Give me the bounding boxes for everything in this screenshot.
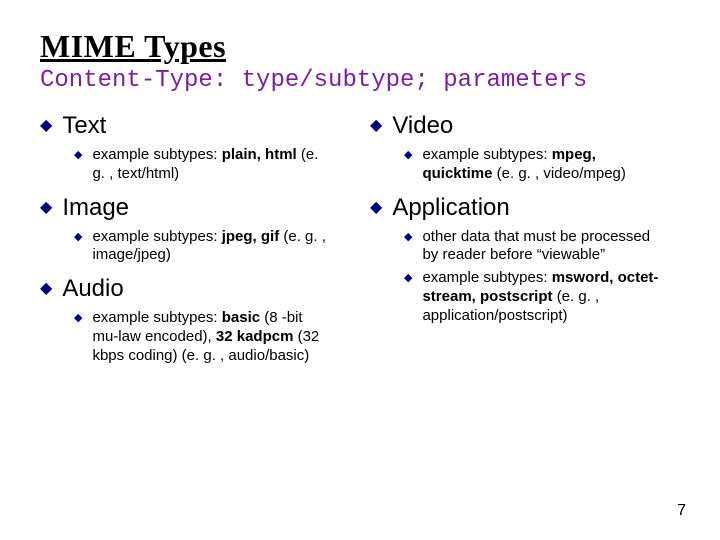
slide-title: MIME Types — [40, 28, 680, 65]
slide-subtitle: Content-Type: type/subtype; parameters — [40, 67, 680, 94]
list-item-text: example subtypes: plain, html (e. g. , t… — [92, 146, 332, 184]
content-columns: ◆ Text ◆ example subtypes: plain, html (e. … — [40, 112, 680, 375]
sub-list: ◆ example subtypes: basic (8 -bit mu-law … — [74, 309, 350, 365]
sub-list: ◆ other data that must be processed by re… — [404, 228, 680, 326]
diamond-bullet-icon: ◆ — [40, 281, 52, 297]
section-label: Text — [62, 112, 106, 140]
section: ◆ Image ◆ example subtypes: jpeg, gif (e. g… — [40, 194, 350, 266]
diamond-bullet-icon: ◆ — [40, 200, 52, 216]
diamond-bullet-icon: ◆ — [404, 232, 412, 243]
diamond-bullet-icon: ◆ — [40, 118, 52, 134]
right-column: ◆ Video ◆ example subtypes: mpeg, quicktime… — [370, 112, 680, 375]
sub-list: ◆ example subtypes: mpeg, quicktime (e. g… — [404, 146, 680, 184]
section-heading: ◆ Text — [40, 112, 350, 140]
list-item: ◆ other data that must be processed by re… — [404, 228, 680, 266]
section: ◆ Application ◆ other data that must be pro… — [370, 194, 680, 326]
page-number: 7 — [677, 502, 686, 520]
section-heading: ◆ Video — [370, 112, 680, 140]
list-item: ◆ example subtypes: plain, html (e. g. , … — [74, 146, 350, 184]
section-label: Video — [392, 112, 453, 140]
diamond-bullet-icon: ◆ — [74, 150, 82, 161]
diamond-bullet-icon: ◆ — [74, 313, 82, 324]
section: ◆ Text ◆ example subtypes: plain, html (e. … — [40, 112, 350, 184]
list-item-text: other data that must be processed by rea… — [422, 228, 662, 266]
diamond-bullet-icon: ◆ — [370, 118, 382, 134]
slide: MIME Types Content-Type: type/subtype; p… — [0, 0, 720, 540]
diamond-bullet-icon: ◆ — [74, 232, 82, 243]
list-item: ◆ example subtypes: basic (8 -bit mu-law … — [74, 309, 350, 365]
diamond-bullet-icon: ◆ — [370, 200, 382, 216]
section-heading: ◆ Image — [40, 194, 350, 222]
section: ◆ Audio ◆ example subtypes: basic (8 -bit m… — [40, 275, 350, 365]
sub-list: ◆ example subtypes: jpeg, gif (e. g. , im… — [74, 228, 350, 266]
section-label: Audio — [62, 275, 123, 303]
list-item: ◆ example subtypes: jpeg, gif (e. g. , im… — [74, 228, 350, 266]
list-item: ◆ example subtypes: msword, octet-stream,… — [404, 269, 680, 325]
list-item-text: example subtypes: jpeg, gif (e. g. , ima… — [92, 228, 332, 266]
section: ◆ Video ◆ example subtypes: mpeg, quicktime… — [370, 112, 680, 184]
list-item-text: example subtypes: basic (8 -bit mu-law e… — [92, 309, 332, 365]
sub-list: ◆ example subtypes: plain, html (e. g. , … — [74, 146, 350, 184]
section-heading: ◆ Audio — [40, 275, 350, 303]
diamond-bullet-icon: ◆ — [404, 273, 412, 284]
left-column: ◆ Text ◆ example subtypes: plain, html (e. … — [40, 112, 350, 375]
diamond-bullet-icon: ◆ — [404, 150, 412, 161]
section-heading: ◆ Application — [370, 194, 680, 222]
list-item-text: example subtypes: mpeg, quicktime (e. g.… — [422, 146, 662, 184]
section-label: Image — [62, 194, 129, 222]
section-label: Application — [392, 194, 509, 222]
list-item-text: example subtypes: msword, octet-stream, … — [422, 269, 662, 325]
list-item: ◆ example subtypes: mpeg, quicktime (e. g… — [404, 146, 680, 184]
